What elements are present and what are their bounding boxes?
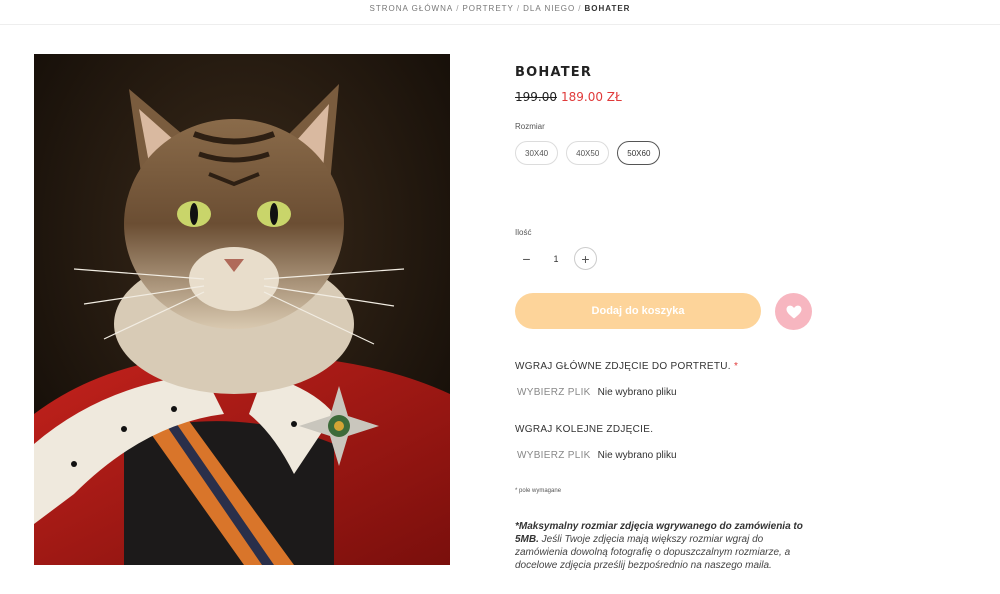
breadcrumb-portrety[interactable]: PORTRETY xyxy=(462,4,513,13)
size-label: Rozmiar xyxy=(515,122,545,131)
required-fields-note: * pole wymagane xyxy=(515,488,562,494)
size-option-50x60[interactable]: 50X60 xyxy=(617,141,661,165)
quantity-label: Ilość xyxy=(515,228,532,237)
breadcrumb-separator: / xyxy=(456,4,460,13)
breadcrumb-dla-niego[interactable]: DLA NIEGO xyxy=(523,4,575,13)
add-to-cart-button[interactable]: Dodaj do koszyka xyxy=(515,293,761,329)
breadcrumb-separator: / xyxy=(516,4,521,13)
wishlist-button[interactable] xyxy=(775,293,812,330)
upload-extra-file: WYBIERZ PLIK Nie wybrano pliku xyxy=(517,450,677,461)
old-price: 199.00 xyxy=(515,90,557,104)
file-status: Nie wybrano pliku xyxy=(597,387,677,398)
upload-main-label-text: WGRAJ GŁÓWNE ZDJĘCIE DO PORTRETU. xyxy=(515,361,731,372)
size-option-40x50[interactable]: 40X50 xyxy=(566,141,610,165)
cat-portrait-image xyxy=(34,54,450,565)
breadcrumb-separator: / xyxy=(578,4,582,13)
quantity-increase-button[interactable]: + xyxy=(574,247,597,270)
choose-file-button[interactable]: WYBIERZ PLIK xyxy=(517,450,591,461)
heart-icon xyxy=(786,305,801,318)
sale-price: 189.00 ZŁ xyxy=(561,90,622,104)
quantity-stepper: − 1 + xyxy=(515,247,597,270)
product-image[interactable] xyxy=(34,54,450,565)
breadcrumb: STRONA GŁÓWNA / PORTRETY / DLA NIEGO / BOHATER xyxy=(0,4,1000,13)
size-option-30x40[interactable]: 30X40 xyxy=(515,141,559,165)
size-options: 30X40 40X50 50X60 xyxy=(515,141,661,165)
upload-info-text: *Maksymalny rozmiar zdjęcia wgrywanego d… xyxy=(515,520,810,572)
quantity-value[interactable]: 1 xyxy=(538,254,574,264)
product-title: BOHATER xyxy=(515,65,593,80)
upload-extra-label: WGRAJ KOLEJNE ZDJĘCIE. xyxy=(515,424,653,435)
upload-info-body: Jeśli Twoje zdjęcia mają większy rozmiar… xyxy=(515,534,791,571)
choose-file-button[interactable]: WYBIERZ PLIK xyxy=(517,387,591,398)
upload-main-file: WYBIERZ PLIK Nie wybrano pliku xyxy=(517,387,677,398)
product-price: 199.00 189.00 ZŁ xyxy=(515,90,622,104)
quantity-decrease-button[interactable]: − xyxy=(515,247,538,270)
upload-extra-label-text: WGRAJ KOLEJNE ZDJĘCIE. xyxy=(515,424,654,435)
upload-main-label: WGRAJ GŁÓWNE ZDJĘCIE DO PORTRETU. * xyxy=(515,361,738,372)
file-status: Nie wybrano pliku xyxy=(597,450,677,461)
breadcrumb-current: BOHATER xyxy=(584,4,631,13)
breadcrumb-home[interactable]: STRONA GŁÓWNA xyxy=(370,4,454,13)
required-mark: * xyxy=(733,361,739,372)
top-bar: STRONA GŁÓWNA / PORTRETY / DLA NIEGO / BOHATER xyxy=(0,0,1000,25)
